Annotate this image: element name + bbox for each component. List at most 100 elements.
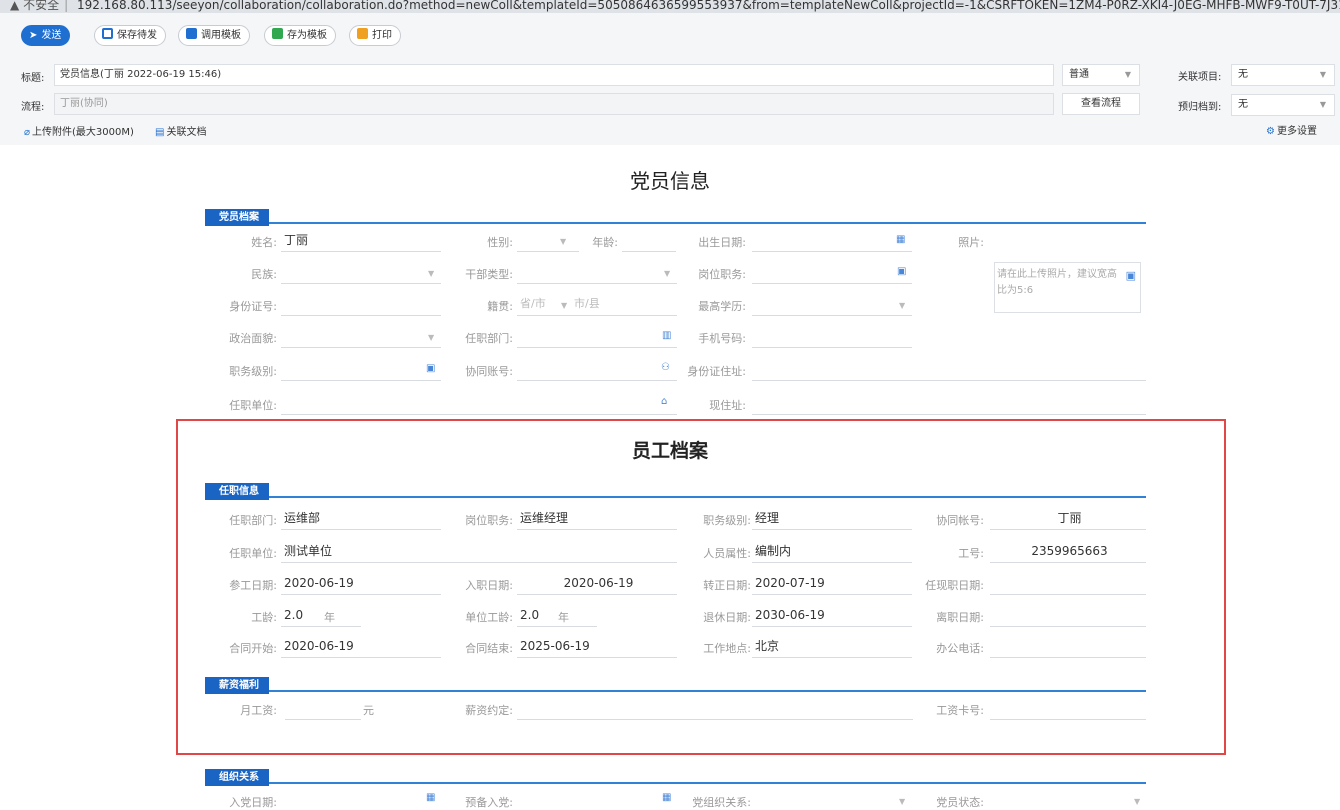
print-button[interactable]: 打印 [349,25,401,46]
picker-icon[interactable]: ▣ [897,266,906,277]
job-post-field[interactable]: 运维经理 [517,508,677,530]
job-post-label: 岗位职务: [465,514,513,527]
position-label: 岗位职务: [698,268,746,281]
archive-label: 预归档到: [1178,102,1222,113]
seniority-label: 工龄: [251,611,277,624]
priority-select[interactable]: 普通 ▼ [1062,64,1140,86]
age-label: 年龄: [592,236,618,249]
job-unit-field[interactable]: 测试单位 [281,541,677,563]
section-org-relation: 组织关系 [205,765,1146,786]
education-label: 最高学历: [698,300,746,313]
employee-no-field[interactable]: 2359965663 [990,541,1146,563]
warning-icon: ▲ [10,0,20,12]
work-start-label: 参工日期: [229,579,277,592]
name-field[interactable]: 丁丽 [281,230,441,252]
office-phone-field[interactable] [990,636,1146,658]
building-icon[interactable]: ⌂ [661,396,667,407]
salary-card-field[interactable] [990,698,1146,720]
toolbar: ➤ 发送 保存待发 调用模板 存为模板 打印 [0,13,1340,59]
archive-select[interactable]: 无 ▼ [1231,94,1335,116]
section-party-file: 党员档案 [205,205,1146,226]
photo-upload[interactable]: 请在此上传照片，建议宽高比为5:6 ▣ [994,262,1141,313]
leave-date-field[interactable] [990,605,1146,627]
job-account-field[interactable]: 丁丽 [990,508,1146,530]
document-icon: ▤ [155,127,165,138]
ethnic-select[interactable] [281,262,441,284]
save-template-button[interactable]: 存为模板 [264,25,336,46]
upload-attachment-link[interactable]: ⌀ 上传附件(最大3000M) [24,123,134,138]
seniority-field[interactable]: 2.0 [281,605,361,627]
rank-label: 职务级别: [229,365,277,378]
dept-field[interactable] [517,326,677,348]
work-location-field[interactable]: 北京 [752,636,912,658]
contract-end-field[interactable]: 2025-06-19 [517,636,677,658]
education-select[interactable] [752,294,912,316]
contract-start-field[interactable]: 2020-06-19 [281,636,441,658]
id-number-field[interactable] [281,294,441,316]
unit-seniority-field[interactable]: 2.0 [517,605,597,627]
current-post-date-field[interactable] [990,573,1146,595]
staff-attr-field[interactable]: 编制内 [752,541,912,563]
address-bar[interactable]: ▲ 不安全 | 192.168.80.113/seeyon/collaborati… [0,0,1340,13]
year-unit: 年 [324,611,335,624]
political-status-select[interactable] [281,326,441,348]
birth-date-field[interactable] [752,230,912,252]
position-field[interactable] [752,262,912,284]
name-label: 姓名: [251,236,277,249]
join-date-label: 入职日期: [465,579,513,592]
save-icon [102,28,113,39]
form-header: 标题: 党员信息(丁丽 2022-06-19 15:46) 普通 ▼ 关联项目: … [0,59,1340,145]
picker-icon[interactable]: ▣ [426,363,435,374]
work-start-field[interactable]: 2020-06-19 [281,573,441,595]
related-document-link[interactable]: ▤ 关联文档 [155,123,206,138]
leave-date-label: 离职日期: [936,611,984,624]
city-select[interactable]: 市/县 [571,294,677,316]
more-settings-link[interactable]: ⚙ 更多设置 [1266,122,1317,137]
yuan-unit: 元 [363,704,374,717]
related-project-select[interactable]: 无 ▼ [1231,64,1335,86]
cadre-type-select[interactable] [517,262,677,284]
mobile-field[interactable] [752,326,912,348]
calendar-icon[interactable]: ▦ [662,792,671,803]
flow-input[interactable]: 丁丽(协同) [54,93,1054,115]
calendar-icon[interactable]: ▦ [426,792,435,803]
id-address-field[interactable] [752,359,1146,381]
salary-agreement-field[interactable] [517,698,913,720]
monthly-salary-field[interactable] [285,698,361,720]
save-draft-button[interactable]: 保存待发 [94,25,166,46]
title-input[interactable]: 党员信息(丁丽 2022-06-19 15:46) [54,64,1054,86]
retire-date-field[interactable]: 2030-06-19 [752,605,912,627]
view-flow-button[interactable]: 查看流程 [1062,93,1140,115]
user-icon[interactable]: ⚇ [661,362,670,373]
current-address-field[interactable] [752,393,1146,415]
rank-field[interactable] [281,359,441,381]
join-date-field[interactable]: 2020-06-19 [517,573,677,595]
job-account-label: 协同帐号: [936,514,984,527]
send-button[interactable]: ➤ 发送 [21,25,71,46]
current-post-date-label: 任现职日期: [925,579,984,592]
title-label: 标题: [21,73,45,84]
current-address-label: 现住址: [709,399,746,412]
id-address-label: 身份证住址: [687,365,746,378]
use-template-button[interactable]: 调用模板 [178,25,250,46]
unit-field[interactable] [281,393,677,415]
regular-date-field[interactable]: 2020-07-19 [752,573,912,595]
url-text[interactable]: 192.168.80.113/seeyon/collaboration/coll… [77,0,1340,12]
staff-attr-label: 人员属性: [703,547,751,560]
job-dept-field[interactable]: 运维部 [281,508,441,530]
chevron-down-icon: ▼ [428,269,435,278]
probation-label: 预备入党: [465,796,513,809]
account-field[interactable] [517,359,677,381]
party-status-label: 党员状态: [936,796,984,809]
work-location-label: 工作地点: [703,642,751,655]
cadre-type-label: 干部类型: [465,268,513,281]
age-field[interactable] [622,230,676,252]
retire-date-label: 退休日期: [703,611,751,624]
job-rank-field[interactable]: 经理 [752,508,912,530]
calendar-icon[interactable]: ▦ [896,234,905,245]
salary-card-label: 工资卡号: [936,704,984,717]
chevron-down-icon: ▼ [664,269,671,278]
org-picker-icon[interactable]: ▥ [662,330,671,341]
gender-select[interactable] [517,230,579,252]
chevron-down-icon: ▼ [560,237,567,246]
